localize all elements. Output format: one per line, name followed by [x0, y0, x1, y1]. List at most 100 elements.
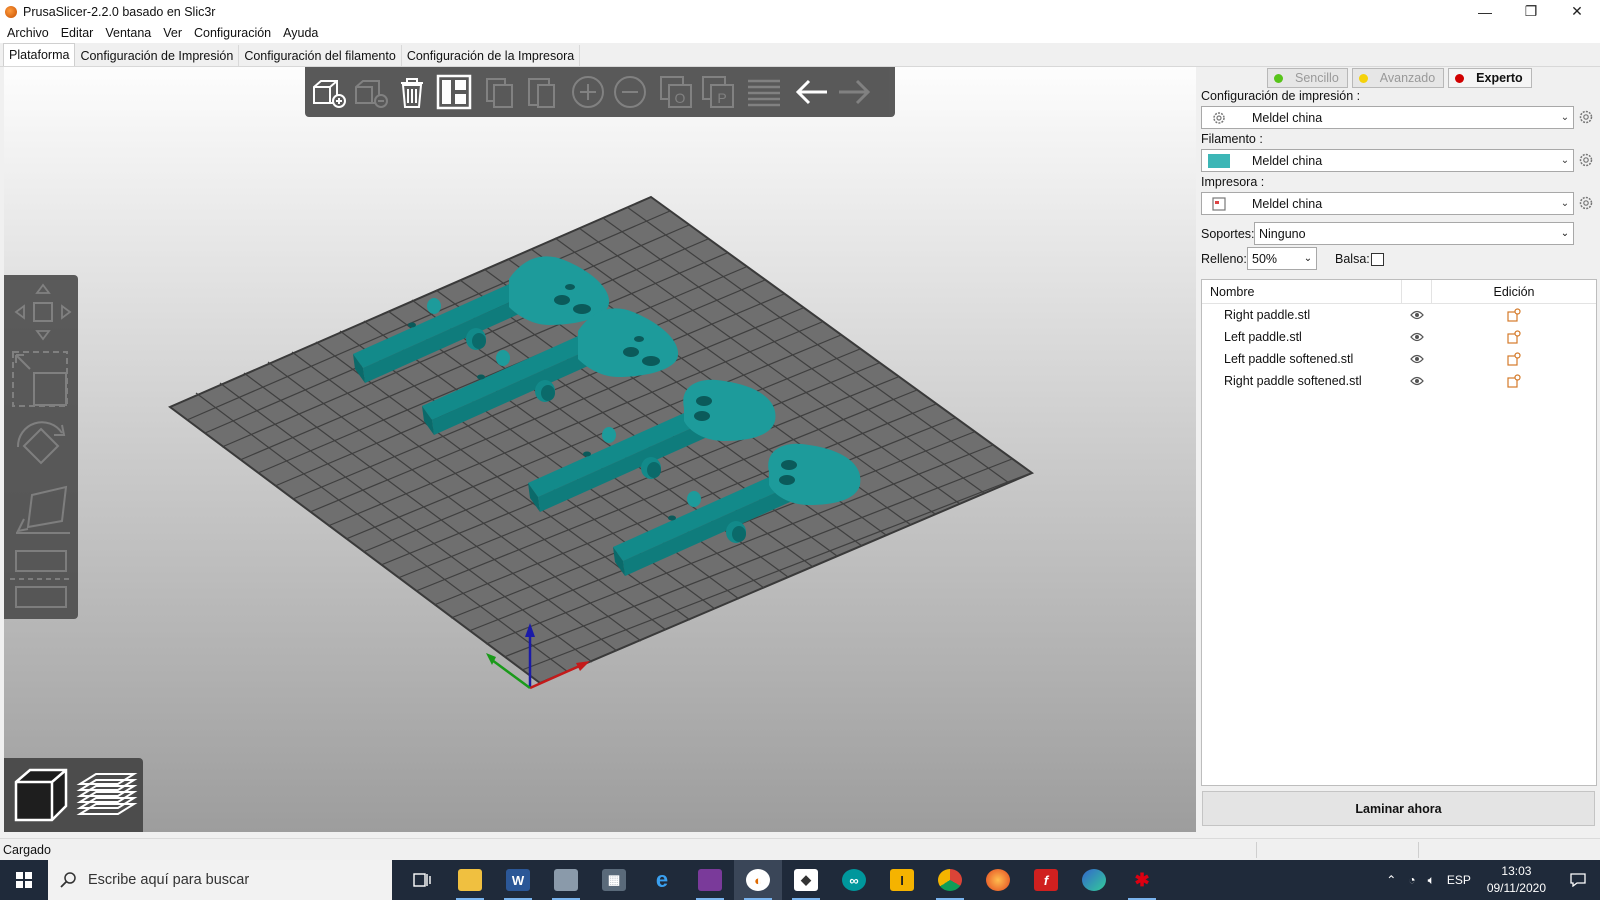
- filament-combo[interactable]: Meldel china ⌄: [1201, 149, 1574, 172]
- infill-combo[interactable]: 50% ⌄: [1247, 247, 1317, 270]
- preview-layers-icon[interactable]: [76, 764, 138, 826]
- list-item[interactable]: Right paddle softened.stl: [1202, 370, 1596, 392]
- tab-plataforma[interactable]: Plataforma: [3, 43, 76, 66]
- rotate-icon[interactable]: [10, 415, 72, 477]
- list-item[interactable]: Right paddle.stl: [1202, 304, 1596, 326]
- edge-icon[interactable]: [1070, 860, 1118, 900]
- add-instance-icon[interactable]: [569, 73, 607, 111]
- tab-printer-settings[interactable]: Configuración de la Impresora: [402, 45, 581, 66]
- scale-icon[interactable]: [10, 349, 72, 411]
- mode-expert-label: Experto: [1476, 71, 1523, 85]
- printer-edit-icon[interactable]: [1579, 196, 1593, 210]
- taskbar-search-box[interactable]: Escribe aquí para buscar: [48, 860, 392, 900]
- supports-label: Soportes:: [1201, 227, 1255, 241]
- edit-icon[interactable]: [1432, 308, 1596, 322]
- infill-label: Relleno:: [1201, 252, 1247, 266]
- close-button[interactable]: ✕: [1554, 0, 1600, 23]
- red-app-icon[interactable]: ✱: [1118, 860, 1166, 900]
- object-list-header: Nombre Edición: [1202, 280, 1596, 304]
- menu-ayuda[interactable]: Ayuda: [278, 26, 323, 40]
- winrar-icon[interactable]: [686, 860, 734, 900]
- slice-now-button[interactable]: Laminar ahora: [1202, 791, 1595, 826]
- layer-editing-icon[interactable]: [745, 73, 783, 111]
- move-icon[interactable]: [10, 281, 72, 343]
- chevron-down-icon: ⌄: [1303, 253, 1313, 264]
- edit-icon[interactable]: [1432, 352, 1596, 366]
- tab-print-settings[interactable]: Configuración de Impresión: [75, 45, 240, 66]
- mode-advanced-button[interactable]: Avanzado: [1351, 68, 1445, 88]
- eye-icon[interactable]: [1402, 332, 1432, 342]
- col-name[interactable]: Nombre: [1202, 280, 1402, 303]
- edit-icon[interactable]: [1432, 330, 1596, 344]
- cut-icon[interactable]: [10, 547, 72, 613]
- delete-all-icon[interactable]: [393, 73, 431, 111]
- print-settings-edit-icon[interactable]: [1579, 110, 1593, 124]
- brim-label: Balsa:: [1335, 252, 1370, 266]
- paste-icon[interactable]: [523, 73, 561, 111]
- menu-archivo[interactable]: Archivo: [2, 26, 54, 40]
- word-icon[interactable]: W: [494, 860, 542, 900]
- task-view-icon[interactable]: [398, 860, 446, 900]
- list-item[interactable]: Left paddle.stl: [1202, 326, 1596, 348]
- inkscape-icon[interactable]: ◆: [782, 860, 830, 900]
- menu-ver[interactable]: Ver: [158, 26, 187, 40]
- volume-icon[interactable]: 🔈︎: [1422, 873, 1441, 888]
- edit-icon[interactable]: [1432, 374, 1596, 388]
- edge-legacy-icon[interactable]: e: [638, 860, 686, 900]
- mode-simple-button[interactable]: Sencillo: [1267, 68, 1348, 88]
- file-explorer-icon[interactable]: [446, 860, 494, 900]
- firefox-icon[interactable]: [974, 860, 1022, 900]
- ide-icon[interactable]: I: [878, 860, 926, 900]
- notifications-icon[interactable]: [1556, 873, 1600, 887]
- print-settings-value: Meldel china: [1252, 110, 1323, 125]
- print-bed: [168, 195, 1035, 685]
- eye-icon[interactable]: [1402, 310, 1432, 320]
- menu-ventana[interactable]: Ventana: [100, 26, 156, 40]
- mode-expert-button[interactable]: Experto: [1448, 68, 1532, 88]
- print-settings-cog-icon: [1208, 110, 1230, 126]
- list-item[interactable]: Left paddle softened.stl: [1202, 348, 1596, 370]
- redo-icon[interactable]: [835, 73, 873, 111]
- menu-configuracion[interactable]: Configuración: [189, 26, 276, 40]
- place-on-face-icon[interactable]: [10, 481, 72, 543]
- print-settings-combo[interactable]: Meldel china ⌄: [1201, 106, 1574, 129]
- object-name: Left paddle softened.stl: [1224, 352, 1354, 366]
- maximize-button[interactable]: ❐: [1508, 0, 1554, 23]
- start-button[interactable]: [0, 860, 48, 900]
- chevron-up-icon[interactable]: ⌃: [1380, 873, 1402, 887]
- search-icon: [60, 872, 76, 888]
- split-parts-icon[interactable]: P: [699, 73, 737, 111]
- minimize-button[interactable]: —: [1462, 0, 1508, 23]
- arrange-icon[interactable]: [435, 73, 473, 111]
- remove-instance-icon[interactable]: [611, 73, 649, 111]
- filament-edit-icon[interactable]: [1579, 153, 1593, 167]
- arduino-icon[interactable]: ∞: [830, 860, 878, 900]
- brim-checkbox[interactable]: [1371, 253, 1384, 266]
- menu-bar: Archivo Editar Ventana Ver Configuración…: [0, 23, 1600, 43]
- wifi-icon[interactable]: ◔: [1402, 873, 1421, 887]
- chevron-down-icon: ⌄: [1560, 155, 1570, 166]
- copy-icon[interactable]: [481, 73, 519, 111]
- language-indicator[interactable]: ESP: [1441, 873, 1477, 887]
- split-objects-icon[interactable]: O: [657, 73, 695, 111]
- flash-icon[interactable]: f: [1022, 860, 1070, 900]
- add-object-icon[interactable]: [309, 73, 347, 111]
- calculator-icon[interactable]: ▦: [590, 860, 638, 900]
- supports-combo[interactable]: Ninguno ⌄: [1254, 222, 1574, 245]
- prusaslicer-icon[interactable]: ◐: [734, 860, 782, 900]
- printer-combo[interactable]: Meldel china ⌄: [1201, 192, 1574, 215]
- 3d-view-icon[interactable]: [10, 764, 72, 826]
- chevron-down-icon: ⌄: [1560, 228, 1570, 239]
- eye-icon[interactable]: [1402, 354, 1432, 364]
- delete-object-icon[interactable]: [351, 73, 389, 111]
- mode-expert-dot-icon: [1455, 73, 1465, 83]
- 3d-viewport[interactable]: O P: [4, 67, 1196, 832]
- undo-icon[interactable]: [793, 73, 831, 111]
- clock[interactable]: 13:03 09/11/2020: [1477, 863, 1556, 897]
- col-edit[interactable]: Edición: [1432, 285, 1596, 299]
- tab-filament-settings[interactable]: Configuración del filamento: [239, 45, 402, 66]
- menu-editar[interactable]: Editar: [56, 26, 99, 40]
- chrome-icon[interactable]: [926, 860, 974, 900]
- devices-icon[interactable]: [542, 860, 590, 900]
- eye-icon[interactable]: [1402, 376, 1432, 386]
